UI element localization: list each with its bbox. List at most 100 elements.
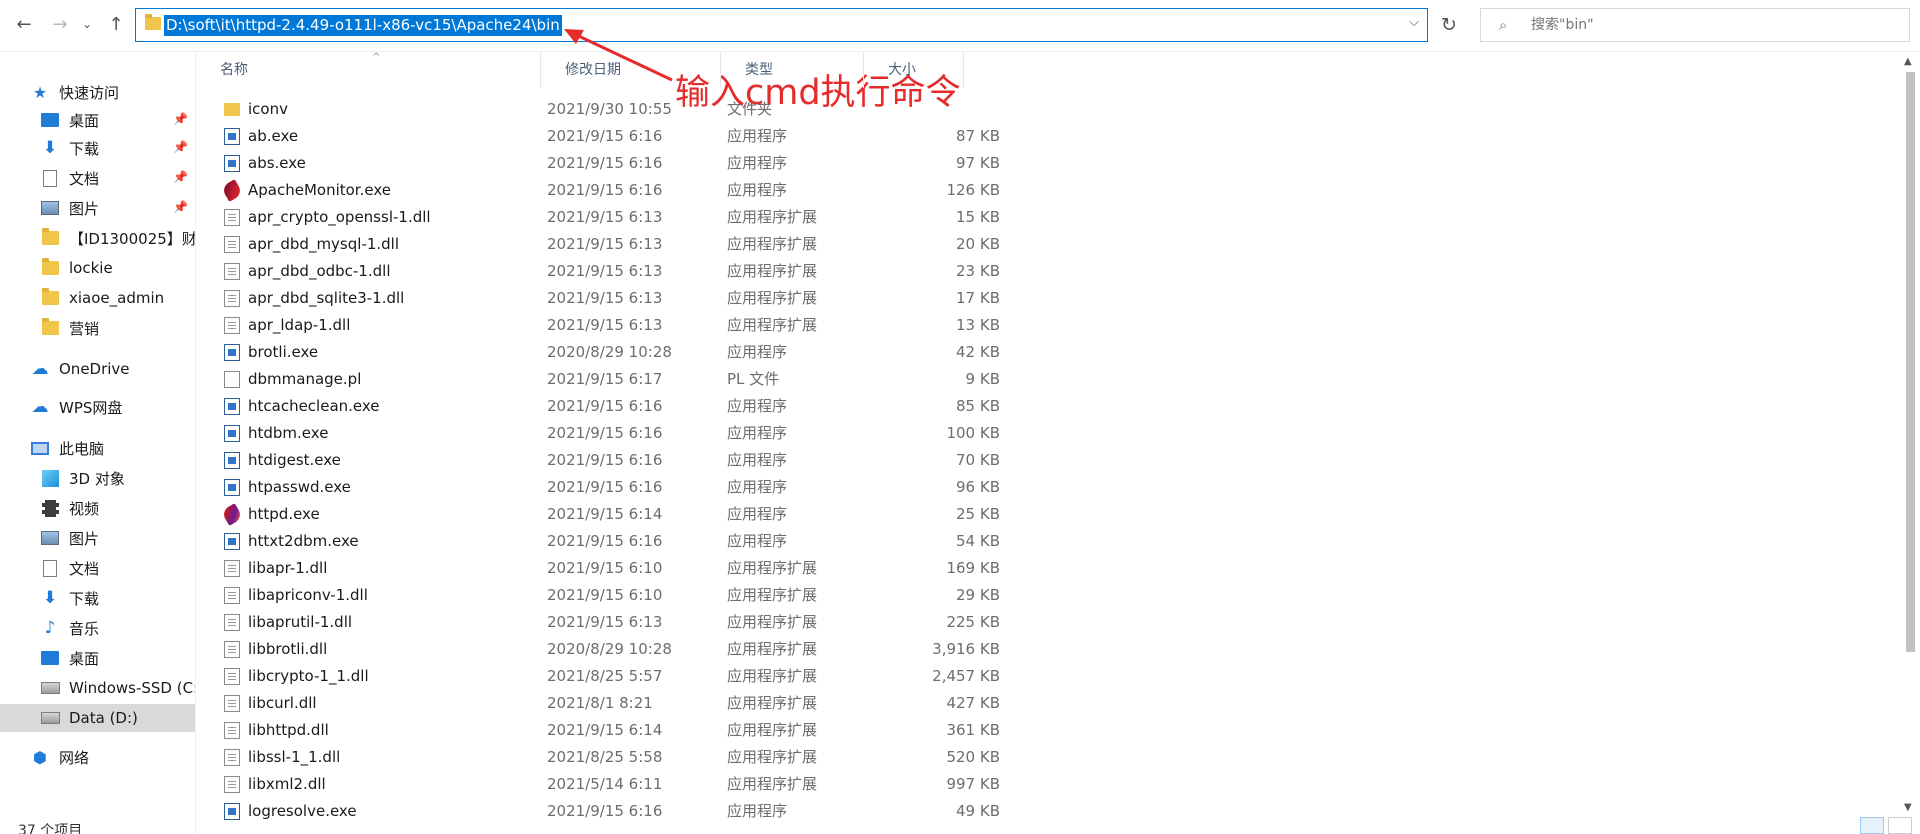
file-row[interactable]: libcurl.dll 2021/8/1 8:21 应用程序扩展 427 KB	[196, 690, 1896, 717]
sidebar-item[interactable]: ☁ OneDrive	[0, 355, 195, 383]
file-row[interactable]: apr_ldap-1.dll 2021/9/15 6:13 应用程序扩展 13 KB	[196, 312, 1896, 339]
sidebar-item-icon: ⬇	[40, 588, 60, 608]
file-type: 应用程序	[727, 478, 788, 496]
large-icons-view-button[interactable]	[1888, 817, 1912, 834]
sidebar-item[interactable]: ☁ WPS网盘	[0, 393, 195, 421]
sidebar-item[interactable]: 文档 📌	[0, 164, 195, 192]
dll-file-icon	[224, 614, 240, 631]
file-row[interactable]: ApacheMonitor.exe 2021/9/15 6:16 应用程序 126 K…	[196, 177, 1896, 204]
file-size: 225 KB	[946, 613, 1000, 631]
sidebar-item[interactable]: 3D 对象	[0, 464, 195, 492]
file-size: 15 KB	[956, 208, 1000, 226]
details-view-button[interactable]	[1860, 817, 1884, 834]
file-row[interactable]: htdbm.exe 2021/9/15 6:16 应用程序 100 KB	[196, 420, 1896, 447]
file-row[interactable]: dbmmanage.pl 2021/9/15 6:17 PL 文件 9 KB	[196, 366, 1896, 393]
address-path[interactable]: D:\soft\it\httpd-2.4.49-o111l-x86-vc15\A…	[164, 15, 562, 36]
file-row[interactable]: libapr-1.dll 2021/9/15 6:10 应用程序扩展 169 KB	[196, 555, 1896, 582]
file-row[interactable]: iconv 2021/9/30 10:55 文件夹	[196, 96, 1896, 123]
search-box[interactable]: ⌕	[1480, 8, 1910, 42]
sidebar-item[interactable]: 桌面 📌	[0, 106, 195, 134]
scroll-up-icon[interactable]: ▲	[1904, 56, 1912, 67]
up-arrow-icon: ↑	[108, 13, 124, 35]
sidebar-item[interactable]: ⬢ 网络	[0, 743, 195, 771]
file-row[interactable]: apr_crypto_openssl-1.dll 2021/9/15 6:13 应用…	[196, 204, 1896, 231]
vertical-scrollbar[interactable]: ▲ ▼	[1900, 52, 1920, 817]
pin-icon[interactable]: 📌	[173, 170, 188, 184]
column-header-size[interactable]: 大小	[864, 52, 964, 88]
folder-icon	[145, 14, 161, 30]
column-header-name[interactable]: 名称	[196, 52, 541, 88]
sidebar-item-label: 文档	[69, 559, 100, 578]
file-row[interactable]: libxml2.dll 2021/5/14 6:11 应用程序扩展 997 KB	[196, 771, 1896, 798]
pin-icon[interactable]: 📌	[173, 200, 188, 214]
file-row[interactable]: libcrypto-1_1.dll 2021/8/25 5:57 应用程序扩展 2,4…	[196, 663, 1896, 690]
file-row[interactable]: libbrotli.dll 2020/8/29 10:28 应用程序扩展 3,916 …	[196, 636, 1896, 663]
file-date: 2020/8/29 10:28	[547, 640, 672, 658]
pin-icon[interactable]: 📌	[173, 112, 188, 126]
file-row[interactable]: apr_dbd_mysql-1.dll 2021/9/15 6:13 应用程序扩展 2…	[196, 231, 1896, 258]
pin-icon[interactable]: 📌	[173, 140, 188, 154]
sidebar-item[interactable]: ⬇ 下载 📌	[0, 134, 195, 162]
search-input[interactable]	[1531, 9, 1891, 41]
file-row[interactable]: httpd.exe 2021/9/15 6:14 应用程序 25 KB	[196, 501, 1896, 528]
scroll-thumb[interactable]	[1906, 72, 1915, 652]
sidebar-item[interactable]: Data (D:)	[0, 704, 195, 732]
file-row[interactable]: abs.exe 2021/9/15 6:16 应用程序 97 KB	[196, 150, 1896, 177]
sidebar-item[interactable]: 营销	[0, 314, 195, 342]
sidebar-item[interactable]: 图片 📌	[0, 194, 195, 222]
scroll-down-icon[interactable]: ▼	[1904, 802, 1912, 813]
sidebar-item[interactable]: lockie	[0, 254, 195, 282]
back-button[interactable]: ←	[11, 10, 37, 38]
file-date: 2021/9/15 6:14	[547, 721, 663, 739]
status-bar: 37 个项目	[0, 817, 1920, 834]
exe-file-icon	[224, 344, 240, 361]
column-header-type-label: 类型	[745, 62, 773, 78]
file-row[interactable]: libaprutil-1.dll 2021/9/15 6:13 应用程序扩展 225 …	[196, 609, 1896, 636]
sidebar-item[interactable]: xiaoe_admin	[0, 284, 195, 312]
sidebar-item[interactable]: 桌面	[0, 644, 195, 672]
file-row[interactable]: libssl-1_1.dll 2021/8/25 5:58 应用程序扩展 520 KB	[196, 744, 1896, 771]
sidebar-item[interactable]: ♪ 音乐	[0, 614, 195, 642]
file-size: 87 KB	[956, 127, 1000, 145]
refresh-button[interactable]: ↻	[1433, 10, 1465, 40]
recent-locations-button[interactable]: ⌄	[78, 10, 96, 38]
address-dropdown-icon[interactable]: ⌵	[1409, 15, 1419, 30]
file-name: ab.exe	[248, 127, 299, 145]
sidebar-item[interactable]: 视频	[0, 494, 195, 522]
file-type: 应用程序扩展	[727, 316, 818, 334]
exe-file-icon	[224, 155, 240, 172]
sidebar-item[interactable]: 文档	[0, 554, 195, 582]
file-row[interactable]: htdigest.exe 2021/9/15 6:16 应用程序 70 KB	[196, 447, 1896, 474]
dll-file-icon	[224, 317, 240, 334]
sidebar-item-label: 快速访问	[59, 83, 120, 102]
file-date: 2021/9/30 10:55	[547, 100, 672, 118]
forward-button[interactable]: →	[47, 10, 73, 38]
file-name: libssl-1_1.dll	[248, 748, 341, 766]
file-date: 2021/9/15 6:16	[547, 127, 663, 145]
address-bar[interactable]: D:\soft\it\httpd-2.4.49-o111l-x86-vc15\A…	[135, 8, 1428, 42]
file-row[interactable]: brotli.exe 2020/8/29 10:28 应用程序 42 KB	[196, 339, 1896, 366]
back-arrow-icon: ←	[16, 13, 32, 35]
file-row[interactable]: apr_dbd_sqlite3-1.dll 2021/9/15 6:13 应用程序扩…	[196, 285, 1896, 312]
column-header-date[interactable]: 修改日期	[541, 52, 721, 88]
sidebar-item-icon	[40, 228, 60, 247]
column-header-type[interactable]: 类型	[721, 52, 864, 88]
sidebar-item[interactable]: 此电脑	[0, 434, 195, 462]
file-row[interactable]: apr_dbd_odbc-1.dll 2021/9/15 6:13 应用程序扩展 23…	[196, 258, 1896, 285]
file-row[interactable]: httxt2dbm.exe 2021/9/15 6:16 应用程序 54 KB	[196, 528, 1896, 555]
up-button[interactable]: ↑	[103, 10, 129, 38]
file-row[interactable]: ab.exe 2021/9/15 6:16 应用程序 87 KB	[196, 123, 1896, 150]
sidebar-item[interactable]: ★ 快速访问	[0, 78, 195, 106]
sidebar-item[interactable]: 图片	[0, 524, 195, 552]
file-row[interactable]: libapriconv-1.dll 2021/9/15 6:10 应用程序扩展 29 …	[196, 582, 1896, 609]
file-row[interactable]: htpasswd.exe 2021/9/15 6:16 应用程序 96 KB	[196, 474, 1896, 501]
sidebar-item[interactable]: 【ID1300025】财商	[0, 224, 195, 252]
file-size: 126 KB	[946, 181, 1000, 199]
file-row[interactable]: htcacheclean.exe 2021/9/15 6:16 应用程序 85 KB	[196, 393, 1896, 420]
file-type: 应用程序	[727, 532, 788, 550]
sidebar-item[interactable]: Windows-SSD (C:)	[0, 674, 195, 702]
dll-file-icon	[224, 668, 240, 685]
file-row[interactable]: libhttpd.dll 2021/9/15 6:14 应用程序扩展 361 KB	[196, 717, 1896, 744]
sidebar-item-icon: ☁	[30, 359, 50, 379]
sidebar-item[interactable]: ⬇ 下载	[0, 584, 195, 612]
